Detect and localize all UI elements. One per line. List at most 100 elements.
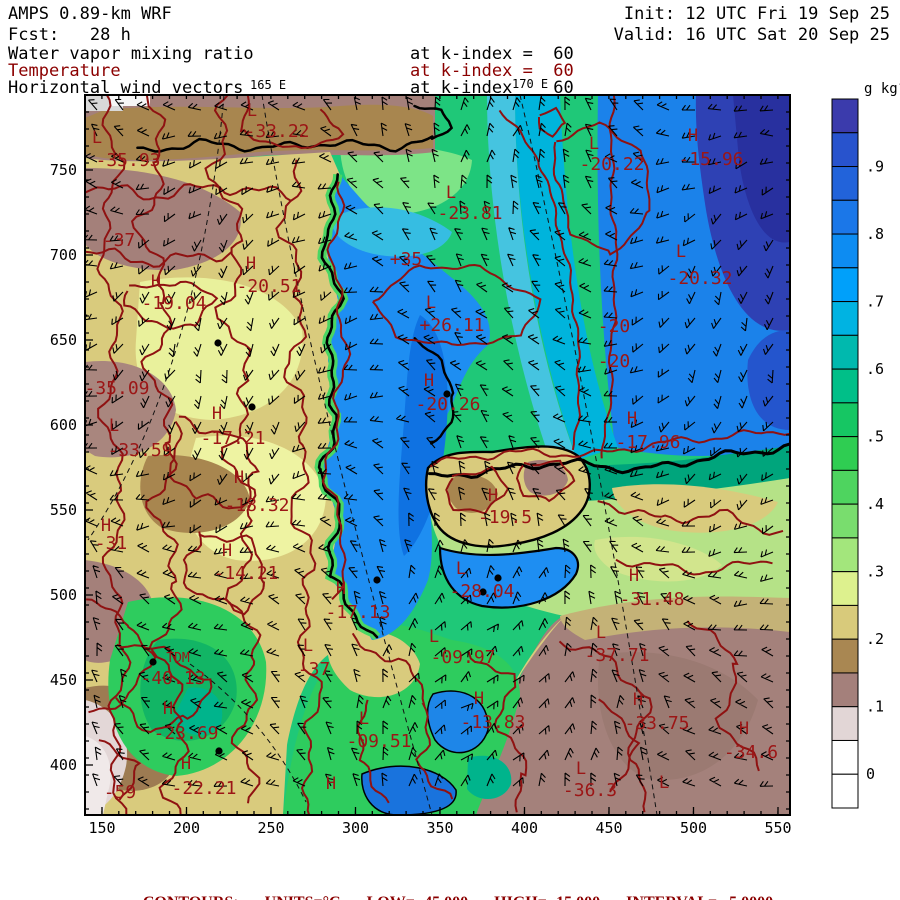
extremum-marker: H xyxy=(151,272,161,292)
extremum-marker: L xyxy=(359,709,369,729)
colorbar-segment xyxy=(831,301,859,336)
extremum-value: -18.32 xyxy=(224,495,289,516)
colorbar-tick-label: .7 xyxy=(866,293,884,311)
extremum-value: -14.21 xyxy=(213,563,278,584)
x-tick-label: 550 xyxy=(764,819,791,837)
y-tick-label: 450 xyxy=(50,671,77,689)
station-label: TDM xyxy=(166,651,190,666)
extremum-value: -17.13 xyxy=(325,602,390,623)
extremum-value: -33.59 xyxy=(107,440,172,461)
colorbar-tick-label: .1 xyxy=(866,698,884,716)
colorbar-segment xyxy=(831,267,859,303)
amps-wrf-plot-page: AMPS 0.89-km WRF Fcst: 28 h Init: 12 UTC… xyxy=(0,0,900,900)
colorbar-segment xyxy=(831,638,859,674)
colorbar-segment xyxy=(831,672,859,708)
extremum-value: -33.22 xyxy=(244,121,309,142)
extremum-value: -23.69 xyxy=(153,723,218,744)
extremum-marker: H xyxy=(474,689,484,709)
x-tick-label: 300 xyxy=(342,819,369,837)
extremum-marker: L xyxy=(429,627,439,647)
x-tick-label: 400 xyxy=(511,819,538,837)
extremum-marker: H xyxy=(222,541,232,561)
colorbar-segment xyxy=(831,334,859,370)
weather-map-canvas: L-33.22L-35.93-37H-20.51H-19.04+35L+26.1… xyxy=(50,79,900,837)
extremum-value: -19.04 xyxy=(141,293,206,314)
extremum-marker: L xyxy=(109,416,119,436)
extremum-value: +35 xyxy=(390,249,423,270)
extremum-marker: H xyxy=(326,774,336,794)
extremum-value: -35.93 xyxy=(95,150,160,171)
y-tick-label: 400 xyxy=(50,756,77,774)
colorbar-tick-label: .6 xyxy=(866,360,884,378)
extremum-value: -33.75 xyxy=(624,713,689,734)
y-tick-label: 550 xyxy=(50,501,77,519)
station-dot xyxy=(214,339,222,347)
extremum-marker: H xyxy=(163,699,173,719)
extremum-marker: H xyxy=(629,566,639,586)
extremum-value: -17.96 xyxy=(615,432,680,453)
extremum-marker: H xyxy=(336,579,346,599)
extremum-marker: L xyxy=(659,773,669,793)
extremum-value: +26.11 xyxy=(419,315,484,336)
colorbar-tick-label: .3 xyxy=(866,563,884,581)
colorbar-tick-label: .8 xyxy=(866,225,884,243)
extremum-value: -15.96 xyxy=(678,149,743,170)
colorbar-segment xyxy=(831,773,859,809)
contours-high: HIGH= -15.000 xyxy=(494,894,600,900)
y-tick-label: 750 xyxy=(50,161,77,179)
colorbar: .9 .8 .7 .6 .5 .4 .3 .2 .1 0 g kg-1 xyxy=(831,79,900,809)
contours-units: UNITS=°C xyxy=(265,894,341,900)
extremum-value: -31 xyxy=(95,533,128,554)
colorbar-tick-label: .4 xyxy=(866,495,884,513)
extremum-marker: H xyxy=(424,371,434,391)
colorbar-segment xyxy=(831,706,859,741)
colorbar-segment xyxy=(831,199,859,235)
extremum-marker: L xyxy=(456,559,466,579)
map-layers: L-33.22L-35.93-37H-20.51H-19.04+35L+26.1… xyxy=(84,95,790,815)
extremum-marker: H xyxy=(633,690,643,710)
extremum-marker: H xyxy=(739,719,749,739)
colorbar-tick-label: .9 xyxy=(866,158,884,176)
x-tick-label: 200 xyxy=(173,819,200,837)
extremum-value: -17.21 xyxy=(200,428,265,449)
extremum-marker: H xyxy=(234,468,244,488)
station-dot xyxy=(248,403,256,411)
y-tick-label: 500 xyxy=(50,586,77,604)
extremum-value: -36.3 xyxy=(563,780,617,801)
extremum-value: -20 xyxy=(598,351,631,372)
colorbar-segment xyxy=(831,368,859,404)
extremum-marker: L xyxy=(676,242,686,262)
y-tick-label: 600 xyxy=(50,416,77,434)
colorbar-segment xyxy=(831,571,859,606)
x-tick-label: 500 xyxy=(680,819,707,837)
x-tick-label: 250 xyxy=(257,819,284,837)
extremum-marker: L xyxy=(92,128,102,148)
extremum-value: -19.5 xyxy=(478,507,532,528)
extremum-value: -22.21 xyxy=(171,778,236,799)
y-tick-label: 700 xyxy=(50,246,77,264)
y-tick-label: 650 xyxy=(50,331,77,349)
contour-info-line: CONTOURS: UNITS=°C LOW= -45.000 HIGH= -15.0… xyxy=(0,876,900,900)
colorbar-segment xyxy=(831,402,859,438)
contours-low: LOW= -45.000 xyxy=(367,894,469,900)
colorbar-tick-label: .5 xyxy=(866,428,884,446)
station-dot xyxy=(373,576,381,584)
extremum-value: -35.09 xyxy=(84,378,149,399)
colorbar-segment xyxy=(831,436,859,471)
colorbar-segment xyxy=(831,233,859,269)
extremum-value: -20 xyxy=(598,316,631,337)
extremum-marker: L xyxy=(589,134,599,154)
extremum-value: -31.48 xyxy=(619,589,684,610)
extremum-marker: H xyxy=(627,409,637,429)
extremum-value: -34.6 xyxy=(724,742,778,763)
station-dot xyxy=(215,747,223,755)
extremum-value: -28.04 xyxy=(449,581,514,602)
extremum-marker: H xyxy=(488,486,498,506)
extremum-value: -20.26 xyxy=(415,394,480,415)
colorbar-segment xyxy=(831,537,859,573)
extremum-marker: L xyxy=(303,636,313,656)
extremum-marker: L xyxy=(247,101,257,121)
extremum-marker: H xyxy=(246,254,256,274)
colorbar-segment xyxy=(831,98,859,134)
extremum-value: -09.51 xyxy=(346,731,411,752)
